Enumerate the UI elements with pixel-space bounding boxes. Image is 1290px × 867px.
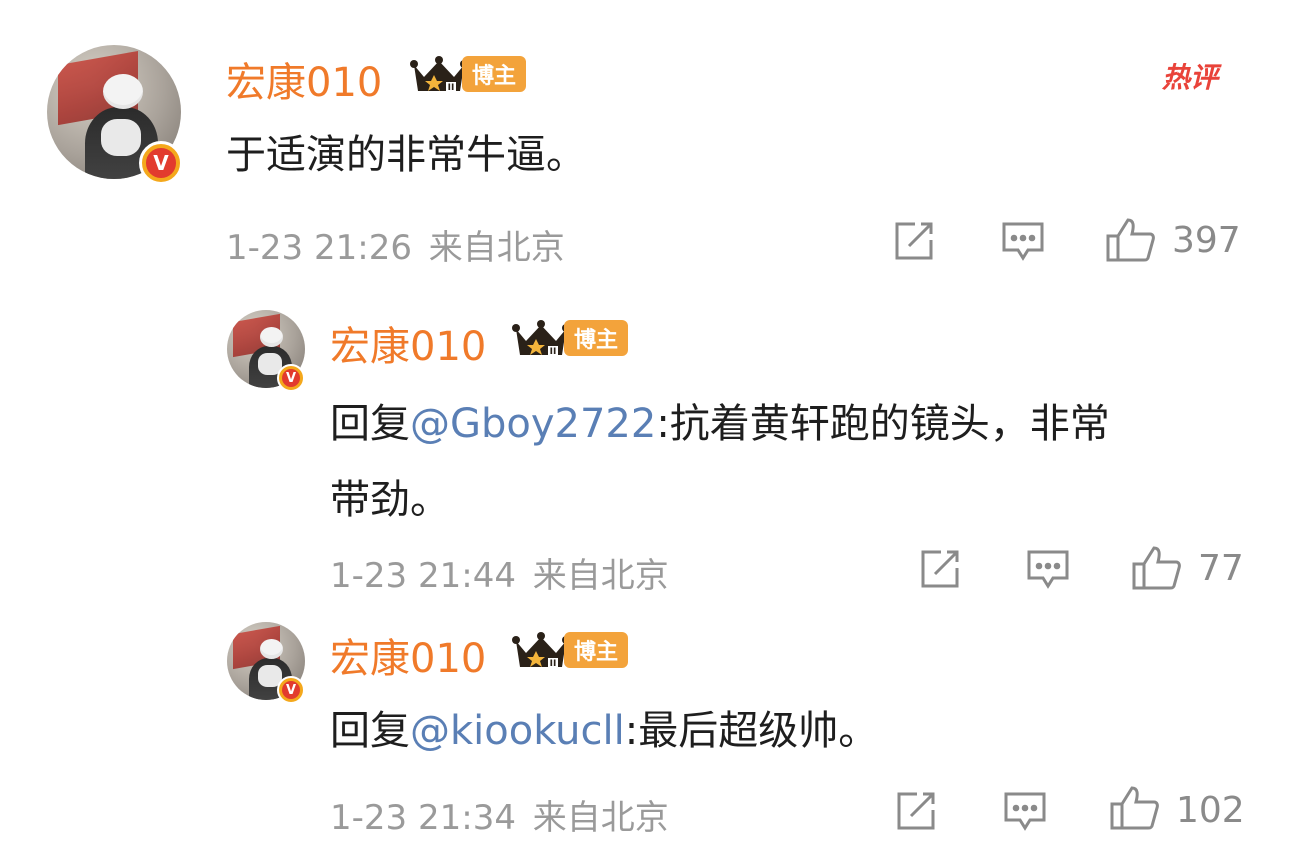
comment-icon[interactable] [1000,220,1046,264]
reply-text: :抗着黄轩跑的镜头，非常 [656,401,1110,447]
comment-location: 来自北京 [532,798,669,838]
mention-link[interactable]: @kiookucll [410,708,625,754]
reply-prefix: 回复 [330,401,410,447]
blogger-badge: 博主 [462,56,526,92]
verified-badge-icon: V [277,676,305,704]
hot-comment-label: 热评 [1162,61,1219,94]
blogger-badge: 博主 [564,320,628,356]
svg-text:II: II [448,83,455,93]
comment-content: 于适演的非常牛逼。 [226,132,586,178]
username[interactable]: 宏康010 [330,314,486,372]
svg-text:II: II [550,659,557,669]
share-icon[interactable] [917,546,963,592]
comment-icon[interactable] [1002,790,1048,834]
thumbs-up-icon[interactable] [1104,216,1156,264]
avatar[interactable]: V [47,45,183,185]
blogger-badge: 博主 [564,632,628,668]
comment-location: 来自北京 [532,556,669,596]
comment-meta: 1-23 21:34 来自北京 [330,790,669,839]
reply-text: :最后超级帅。 [624,708,879,754]
comment-meta: 1-23 21:26 来自北京 [226,220,565,269]
crown-icon: II [410,56,468,93]
comment-time: 1-23 21:44 [330,556,516,596]
reply-content: 回复@kiookucll:最后超级帅。 [330,698,878,756]
comment-icon[interactable] [1025,548,1071,592]
crown-icon: II [512,320,570,357]
thumbs-up-icon[interactable] [1108,784,1160,832]
avatar[interactable]: V [227,310,305,392]
verified-badge-icon: V [277,364,305,392]
like-count: 77 [1198,548,1244,589]
comment-time: 1-23 21:34 [330,798,516,838]
reply-text-continued: 带劲。 [330,477,450,523]
thumbs-up-icon[interactable] [1130,544,1182,592]
crown-icon: II [512,632,570,669]
username[interactable]: 宏康010 [330,626,486,684]
share-icon[interactable] [893,788,939,834]
mention-link[interactable]: @Gboy2722 [410,401,656,447]
share-icon[interactable] [891,218,937,264]
svg-text:II: II [550,347,557,357]
verified-badge-icon: V [139,141,183,185]
username[interactable]: 宏康010 [226,50,382,108]
comment-meta: 1-23 21:44 来自北京 [330,548,669,597]
reply-content: 回复@Gboy2722:抗着黄轩跑的镜头，非常 带劲。 [330,386,1250,538]
reply-prefix: 回复 [330,708,410,754]
like-count: 397 [1172,220,1241,261]
comment-location: 来自北京 [428,228,565,268]
avatar[interactable]: V [227,622,305,704]
comment-time: 1-23 21:26 [226,228,412,268]
like-count: 102 [1176,790,1245,831]
